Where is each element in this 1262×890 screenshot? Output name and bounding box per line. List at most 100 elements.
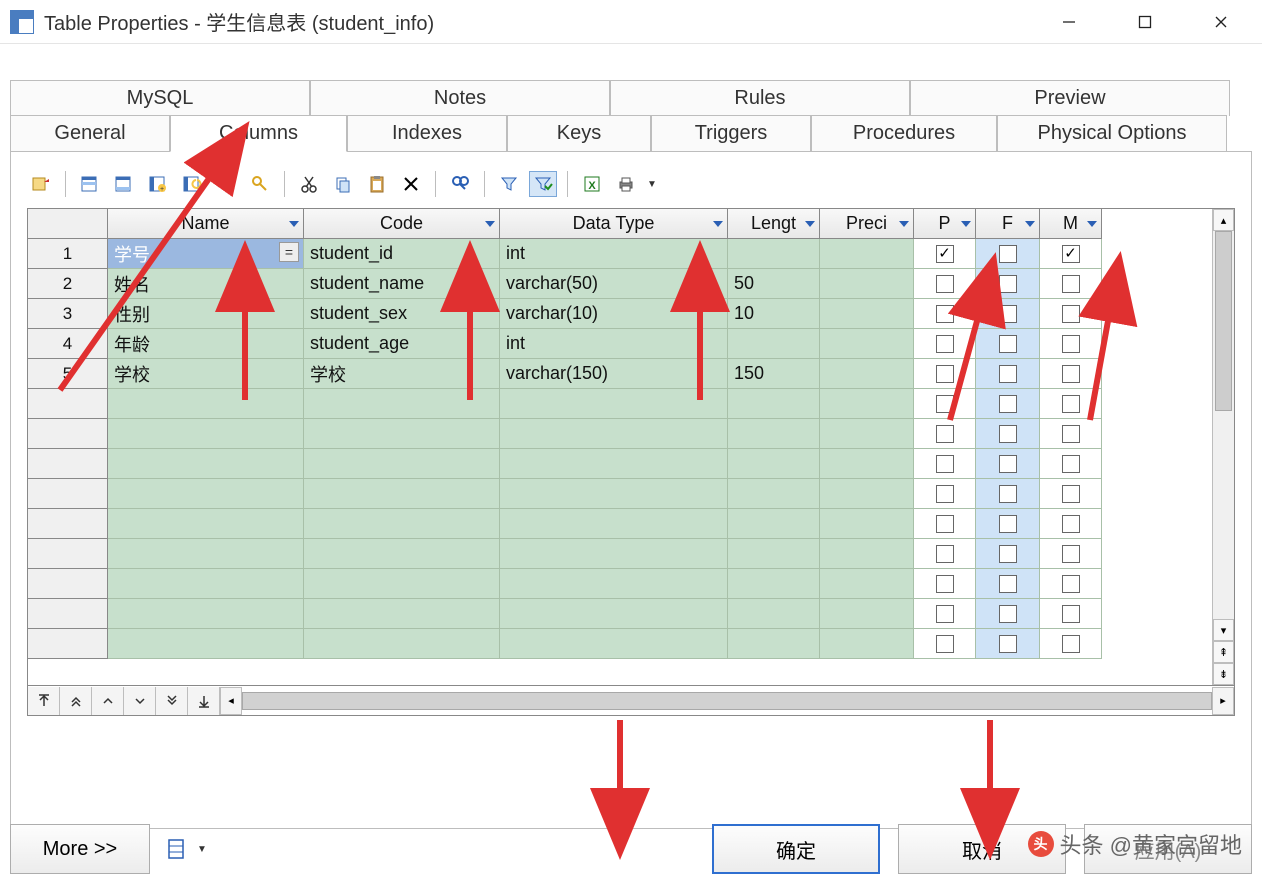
- column-header-length[interactable]: Lengt: [728, 209, 820, 239]
- checkbox-icon[interactable]: [1062, 515, 1080, 533]
- cell-name[interactable]: 学校: [108, 359, 304, 389]
- close-button[interactable]: [1198, 7, 1244, 37]
- cell-empty[interactable]: [108, 479, 304, 509]
- checkbox-icon[interactable]: [999, 575, 1017, 593]
- row-number[interactable]: 1: [28, 239, 108, 269]
- cell-empty[interactable]: [820, 629, 914, 659]
- cell-empty[interactable]: [304, 569, 500, 599]
- cell-empty[interactable]: [108, 419, 304, 449]
- filter-arrow-icon[interactable]: [961, 221, 971, 227]
- cell-mandatory[interactable]: [1040, 269, 1102, 299]
- cell-empty[interactable]: [108, 539, 304, 569]
- cell-foreign[interactable]: [976, 509, 1040, 539]
- cell-datatype[interactable]: int: [500, 239, 728, 269]
- cell-mandatory[interactable]: [1040, 599, 1102, 629]
- customize-dropdown-icon[interactable]: ▼: [196, 836, 208, 862]
- cell-empty[interactable]: [108, 569, 304, 599]
- move-top-icon[interactable]: [28, 687, 60, 715]
- column-header-f[interactable]: F: [976, 209, 1040, 239]
- row-number[interactable]: 2: [28, 269, 108, 299]
- cell-primary[interactable]: [914, 329, 976, 359]
- filter-arrow-icon[interactable]: [713, 221, 723, 227]
- cell-empty[interactable]: [304, 449, 500, 479]
- checkbox-icon[interactable]: [1062, 455, 1080, 473]
- cell-empty[interactable]: [820, 389, 914, 419]
- apply-button[interactable]: 应用(A): [1084, 824, 1252, 874]
- cell-name[interactable]: 学号: [108, 239, 304, 269]
- tab-indexes[interactable]: Indexes: [347, 115, 507, 152]
- cell-empty[interactable]: [304, 629, 500, 659]
- add-row-icon[interactable]: [110, 171, 138, 197]
- cell-length[interactable]: 50: [728, 269, 820, 299]
- maximize-button[interactable]: [1122, 7, 1168, 37]
- cell-foreign[interactable]: [976, 389, 1040, 419]
- cell-mandatory[interactable]: [1040, 509, 1102, 539]
- cell-name[interactable]: 姓名: [108, 269, 304, 299]
- cell-code[interactable]: student_name: [304, 269, 500, 299]
- column-header-datatype[interactable]: Data Type: [500, 209, 728, 239]
- cell-primary[interactable]: [914, 299, 976, 329]
- tab-columns[interactable]: Columns: [170, 115, 347, 152]
- checkbox-icon[interactable]: [936, 335, 954, 353]
- cell-name[interactable]: 年龄: [108, 329, 304, 359]
- copy-icon[interactable]: [329, 171, 357, 197]
- cell-foreign[interactable]: [976, 449, 1040, 479]
- checkbox-icon[interactable]: [999, 275, 1017, 293]
- cell-precision[interactable]: [820, 329, 914, 359]
- cell-primary[interactable]: [914, 599, 976, 629]
- cell-empty[interactable]: [728, 419, 820, 449]
- checkbox-icon[interactable]: [1062, 545, 1080, 563]
- cell-datatype[interactable]: varchar(150): [500, 359, 728, 389]
- cell-foreign[interactable]: [976, 299, 1040, 329]
- move-up-icon[interactable]: [92, 687, 124, 715]
- checkbox-icon[interactable]: [936, 605, 954, 623]
- checkbox-icon[interactable]: [999, 335, 1017, 353]
- cell-mandatory[interactable]: [1040, 569, 1102, 599]
- insert-column-icon[interactable]: [178, 171, 206, 197]
- tab-procedures[interactable]: Procedures: [811, 115, 997, 152]
- cell-mandatory[interactable]: [1040, 449, 1102, 479]
- cell-precision[interactable]: [820, 359, 914, 389]
- checkbox-icon[interactable]: [936, 455, 954, 473]
- tab-rules[interactable]: Rules: [610, 80, 910, 116]
- tab-keys[interactable]: Keys: [507, 115, 651, 152]
- cell-mandatory[interactable]: [1040, 329, 1102, 359]
- cell-primary[interactable]: [914, 389, 976, 419]
- cell-empty[interactable]: [108, 599, 304, 629]
- cell-foreign[interactable]: [976, 569, 1040, 599]
- cell-empty[interactable]: [304, 539, 500, 569]
- cell-empty[interactable]: [820, 479, 914, 509]
- row-number[interactable]: [28, 419, 108, 449]
- checkbox-icon[interactable]: [1062, 575, 1080, 593]
- properties-icon[interactable]: [27, 171, 55, 197]
- cell-datatype[interactable]: int: [500, 329, 728, 359]
- cell-length[interactable]: 10: [728, 299, 820, 329]
- checkbox-icon[interactable]: [1062, 635, 1080, 653]
- filter-icon[interactable]: [495, 171, 523, 197]
- checkbox-icon[interactable]: [936, 365, 954, 383]
- cell-primary[interactable]: [914, 569, 976, 599]
- checkbox-icon[interactable]: [936, 485, 954, 503]
- excel-icon[interactable]: X: [578, 171, 606, 197]
- cell-empty[interactable]: [304, 389, 500, 419]
- cell-empty[interactable]: [500, 599, 728, 629]
- scroll-up-icon[interactable]: ▴: [1213, 209, 1234, 231]
- cell-foreign[interactable]: [976, 359, 1040, 389]
- cell-empty[interactable]: [728, 479, 820, 509]
- column-header-code[interactable]: Code: [304, 209, 500, 239]
- cell-primary[interactable]: [914, 239, 976, 269]
- cell-empty[interactable]: [728, 599, 820, 629]
- checkbox-icon[interactable]: [999, 545, 1017, 563]
- key-icon[interactable]: [212, 171, 240, 197]
- customize-icon[interactable]: [164, 834, 190, 864]
- cell-empty[interactable]: [820, 599, 914, 629]
- cell-mandatory[interactable]: [1040, 539, 1102, 569]
- cell-empty[interactable]: [304, 599, 500, 629]
- checkbox-icon[interactable]: [936, 575, 954, 593]
- cell-empty[interactable]: [728, 539, 820, 569]
- cell-precision[interactable]: [820, 239, 914, 269]
- checkbox-icon[interactable]: [999, 305, 1017, 323]
- checkbox-icon[interactable]: [936, 275, 954, 293]
- cell-empty[interactable]: [304, 509, 500, 539]
- checkbox-icon[interactable]: [999, 245, 1017, 263]
